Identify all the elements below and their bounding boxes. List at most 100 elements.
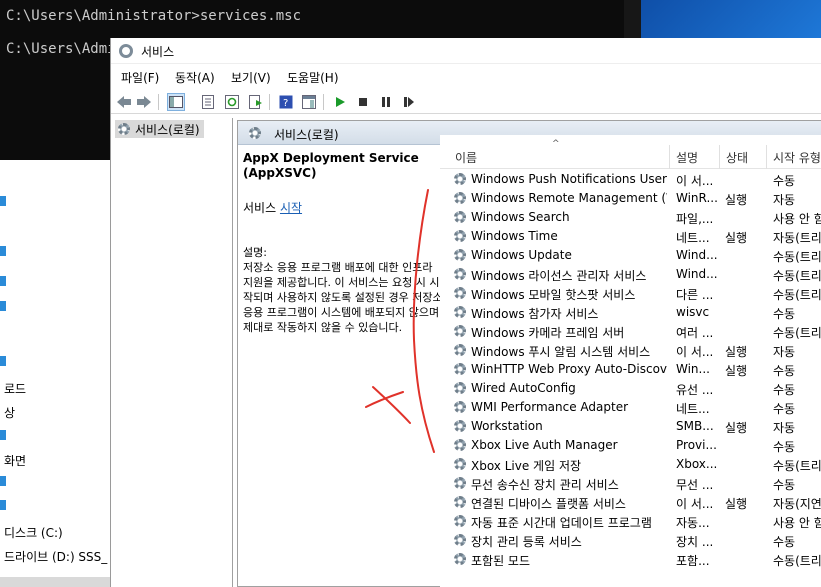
table-row[interactable]: Windows Remote Management (W... WinR... 실행… <box>440 189 821 208</box>
service-description-cell: Provi... <box>676 438 717 452</box>
pause-service-icon[interactable] <box>377 93 395 111</box>
menu-help[interactable]: 도움말(H) <box>287 69 339 86</box>
stop-service-icon[interactable] <box>354 93 372 111</box>
service-name-cell: Windows Time <box>471 229 558 243</box>
export-list-icon[interactable] <box>247 93 265 111</box>
menu-file[interactable]: 파일(F) <box>121 69 159 86</box>
table-row[interactable]: 장치 관리 등록 서비스 장치 ... 수동 <box>440 531 821 550</box>
toolbar: ? <box>111 90 821 114</box>
table-row[interactable]: Windows 카메라 프레임 서버 여러 ... 수동(트리 <box>440 322 821 341</box>
service-startup-cell: 자동 <box>773 421 796 435</box>
table-row[interactable]: 자동 표준 시간대 업데이트 프로그램 자동... 사용 안 함 <box>440 512 821 531</box>
table-row[interactable]: Windows Time 네트... 실행 자동(트리 <box>440 227 821 246</box>
console-tree-icon[interactable] <box>167 93 185 111</box>
table-header: ^ 이름 설명 상태 시작 유형 <box>440 135 821 169</box>
service-description-cell: 이 서... <box>676 345 714 359</box>
table-row[interactable]: Windows 푸시 알림 시스템 서비스 이 서... 실행 자동 <box>440 341 821 360</box>
service-name-cell: Windows Update <box>471 248 572 262</box>
explorer-item-drive-d[interactable]: 드라이브 (D:) SSS_ <box>4 548 107 565</box>
table-row[interactable]: Workstation SMB... 실행 자동 <box>440 417 821 436</box>
table-row[interactable]: Windows 라이선스 관리자 서비스 Wind... 수동(트리 <box>440 265 821 284</box>
gear-icon <box>454 382 466 394</box>
service-name-cell: Windows 라이선스 관리자 서비스 <box>471 269 647 283</box>
service-description-cell: 장치 ... <box>676 535 714 549</box>
folder-icon <box>0 276 6 286</box>
service-name-cell: Xbox Live 게임 저장 <box>471 459 582 473</box>
back-arrow-icon[interactable] <box>115 93 133 111</box>
table-row[interactable]: Windows 모바일 핫스팟 서비스 다른 ... 수동(트리 <box>440 284 821 303</box>
table-row[interactable]: 무선 송수신 장치 관리 서비스 무선 ... 수동 <box>440 474 821 493</box>
explorer-item-disk-c[interactable]: 디스크 (C:) <box>4 524 63 541</box>
description-label: 설명: <box>243 246 267 259</box>
column-header-name[interactable]: 이름 <box>455 149 477 166</box>
properties-sheet-icon[interactable] <box>199 93 217 111</box>
gear-icon <box>249 127 261 139</box>
services-list: ^ 이름 설명 상태 시작 유형 Windows Push Notificati… <box>440 135 821 587</box>
help-icon[interactable]: ? <box>277 93 295 111</box>
gear-icon <box>454 192 466 204</box>
service-startup-cell: 수동 <box>773 440 796 454</box>
service-status-cell: 실행 <box>725 193 748 207</box>
gear-icon <box>454 477 466 489</box>
service-name-cell: Windows 푸시 알림 시스템 서비스 <box>471 345 651 359</box>
folder-icon <box>0 430 6 440</box>
service-description-cell: 네트... <box>676 402 710 416</box>
service-startup-cell: 수동(트리 <box>773 326 821 340</box>
explorer-item-downloads[interactable]: 로드 <box>4 380 26 397</box>
gear-icon <box>454 553 466 565</box>
explorer-item-videos[interactable]: 상 <box>4 404 15 421</box>
table-row[interactable]: 포함된 모드 포함... 수동(트리 <box>440 550 821 569</box>
table-row[interactable]: Windows Push Notifications User ... 이 서..… <box>440 170 821 189</box>
column-header-description[interactable]: 설명 <box>676 149 698 166</box>
restart-service-icon[interactable] <box>400 93 418 111</box>
table-row[interactable]: Xbox Live 게임 저장 Xbox... 수동(트리 <box>440 455 821 474</box>
service-status-cell: 실행 <box>725 364 748 378</box>
gear-icon <box>454 401 466 413</box>
gear-icon <box>454 439 466 451</box>
start-service-link[interactable]: 시작 <box>280 201 302 215</box>
service-startup-cell: 수동(트리 <box>773 459 821 473</box>
table-row[interactable]: Windows 참가자 서비스 wisvc 수동 <box>440 303 821 322</box>
table-row[interactable]: Windows Search 파일,... 사용 안 함 <box>440 208 821 227</box>
start-service-icon[interactable] <box>331 93 349 111</box>
refresh-icon[interactable] <box>223 93 241 111</box>
gear-icon <box>454 287 466 299</box>
table-row[interactable]: Wired AutoConfig 유선 ... 수동 <box>440 379 821 398</box>
service-description-cell: WinR... <box>676 191 718 205</box>
svg-text:?: ? <box>283 98 288 109</box>
forward-arrow-icon[interactable] <box>135 93 153 111</box>
gear-icon <box>454 420 466 432</box>
service-name-cell: Windows Remote Management (W... <box>471 191 667 205</box>
service-startup-cell: 수동(트리 <box>773 250 821 264</box>
service-startup-cell: 자동(지연 <box>773 497 821 511</box>
gear-icon <box>454 344 466 356</box>
column-header-status[interactable]: 상태 <box>726 149 748 166</box>
service-description-cell: 이 서... <box>676 497 714 511</box>
gear-icon <box>454 515 466 527</box>
folder-icon <box>0 196 6 206</box>
service-description-cell: Wind... <box>676 248 718 262</box>
folder-icon <box>0 246 6 256</box>
table-row[interactable]: Xbox Live Auth Manager Provi... 수동 <box>440 436 821 455</box>
service-status-cell: 실행 <box>725 345 748 359</box>
table-row[interactable]: Windows Update Wind... 수동(트리 <box>440 246 821 265</box>
service-startup-cell: 수동(트리 <box>773 269 821 283</box>
menu-action[interactable]: 동작(A) <box>175 69 215 86</box>
show-hide-pane-icon[interactable] <box>300 93 318 111</box>
explorer-item-desktop[interactable]: 화면 <box>4 452 26 469</box>
title-bar[interactable]: 서비스 <box>111 38 821 64</box>
service-name-cell: Workstation <box>471 419 543 433</box>
table-row[interactable]: WMI Performance Adapter 네트... 수동 <box>440 398 821 417</box>
menu-view[interactable]: 보기(V) <box>231 69 271 86</box>
table-row[interactable]: 연결된 디바이스 플랫폼 서비스 이 서... 실행 자동(지연 <box>440 493 821 512</box>
service-description-cell: 다른 ... <box>676 288 714 302</box>
service-description-cell: 파일,... <box>676 212 714 226</box>
service-description-cell: 유선 ... <box>676 383 714 397</box>
table-row[interactable]: WinHTTP Web Proxy Auto-Discove... Win... 실… <box>440 360 821 379</box>
column-header-startup-type[interactable]: 시작 유형 <box>773 149 821 166</box>
service-description-cell: 네트... <box>676 231 710 245</box>
folder-icon <box>0 476 6 486</box>
service-startup-cell: 수동 <box>773 383 796 397</box>
explorer-bottom-item[interactable] <box>0 577 110 587</box>
tree-item-services-local[interactable]: 서비스(로컬) <box>115 120 204 138</box>
